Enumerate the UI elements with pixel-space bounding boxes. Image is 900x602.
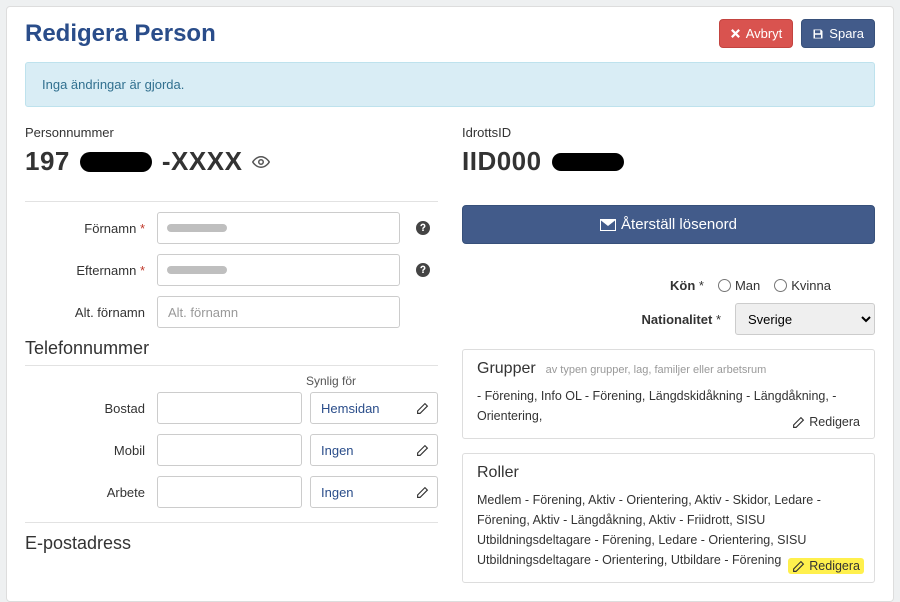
groups-subtitle: av typen grupper, lag, familjer eller ar… <box>546 364 767 376</box>
cancel-button[interactable]: Avbryt <box>719 19 794 48</box>
phone-work-visibility[interactable]: Ingen <box>310 476 438 508</box>
save-button-label: Spara <box>829 26 864 41</box>
phone-section-title: Telefonnummer <box>25 338 438 359</box>
altname-row: Alt. förnamn ? <box>25 296 438 328</box>
gender-male-label: Man <box>735 278 760 293</box>
gender-male[interactable]: Man <box>718 278 760 293</box>
gender-female[interactable]: Kvinna <box>774 278 831 293</box>
phone-row-home: Bostad Hemsidan <box>25 392 438 424</box>
divider <box>25 201 438 202</box>
phone-label: Arbete <box>25 485 157 500</box>
close-icon <box>730 28 741 39</box>
pencil-icon <box>792 560 805 573</box>
groups-edit-link[interactable]: Redigera <box>788 414 864 430</box>
visible-for-header: Synlig för <box>302 374 438 388</box>
visibility-value: Hemsidan <box>321 401 380 416</box>
phone-mobile-visibility[interactable]: Ingen <box>310 434 438 466</box>
pencil-icon <box>792 416 805 429</box>
nationality-label: Nationalitet <box>642 312 713 327</box>
divider <box>25 522 438 523</box>
personnummer-value: 197 -XXXX <box>25 146 438 177</box>
personnummer-label: Personnummer <box>25 125 438 140</box>
iid-label: IdrottsID <box>462 125 875 140</box>
nationality-row: Nationalitet * Sverige <box>462 303 875 335</box>
altname-label: Alt. förnamn <box>75 305 145 320</box>
required-mark: * <box>140 263 145 278</box>
mail-icon <box>600 219 616 231</box>
roles-edit-label: Redigera <box>809 559 860 573</box>
gender-female-label: Kvinna <box>791 278 831 293</box>
gender-male-radio[interactable] <box>718 279 731 292</box>
firstname-row: Förnamn * <box>25 212 438 244</box>
required-mark: * <box>716 312 721 327</box>
required-mark: * <box>699 278 704 293</box>
panel: Redigera Person Avbryt Spara Inga ändrin… <box>6 6 894 602</box>
phone-label: Bostad <box>25 401 157 416</box>
columns: Personnummer 197 -XXXX Förnamn * Efternam… <box>25 125 875 583</box>
left-column: Personnummer 197 -XXXX Förnamn * Efternam… <box>25 125 438 583</box>
save-button[interactable]: Spara <box>801 19 875 48</box>
nationality-select[interactable]: Sverige <box>735 303 875 335</box>
reset-password-label: Återställ lösenord <box>621 216 737 233</box>
phone-mobile-input[interactable] <box>157 434 302 466</box>
redacted <box>552 153 624 171</box>
email-section-title: E-postadress <box>25 533 438 554</box>
divider <box>25 365 438 366</box>
altname-input[interactable] <box>157 296 400 328</box>
lastname-label: Efternamn <box>76 263 136 278</box>
phone-home-visibility[interactable]: Hemsidan <box>310 392 438 424</box>
page-title: Redigera Person <box>25 20 216 48</box>
roles-card: Roller Medlem - Förening, Aktiv - Orient… <box>462 453 875 583</box>
right-column: IdrottsID IID000 Återställ lösenord Kön … <box>462 125 875 583</box>
personnummer-prefix: 197 <box>25 146 70 177</box>
gender-row: Kön * Man Kvinna <box>462 278 875 293</box>
pencil-icon <box>416 444 429 457</box>
help-icon[interactable] <box>408 254 438 286</box>
iid-prefix: IID000 <box>462 146 542 177</box>
eye-icon[interactable] <box>252 153 270 171</box>
lastname-row: Efternamn * <box>25 254 438 286</box>
visibility-value: Ingen <box>321 485 354 500</box>
groups-edit-label: Redigera <box>809 415 860 429</box>
phone-label: Mobil <box>25 443 157 458</box>
groups-card: Grupper av typen grupper, lag, familjer … <box>462 349 875 439</box>
firstname-label: Förnamn <box>84 221 136 236</box>
gender-label: Kön <box>670 278 695 293</box>
pencil-icon <box>416 402 429 415</box>
phone-home-input[interactable] <box>157 392 302 424</box>
header-actions: Avbryt Spara <box>719 19 875 48</box>
visibility-value: Ingen <box>321 443 354 458</box>
required-mark: * <box>140 221 145 236</box>
phone-row-work: Arbete Ingen <box>25 476 438 508</box>
save-icon <box>812 28 824 40</box>
redacted <box>80 152 152 172</box>
redacted-value <box>167 224 227 232</box>
reset-password-button[interactable]: Återställ lösenord <box>462 205 875 244</box>
cancel-button-label: Avbryt <box>746 26 783 41</box>
help-icon[interactable] <box>408 212 438 244</box>
header: Redigera Person Avbryt Spara <box>25 19 875 48</box>
pencil-icon <box>416 486 429 499</box>
roles-edit-link[interactable]: Redigera <box>788 558 864 574</box>
personnummer-suffix: -XXXX <box>162 146 243 177</box>
phone-work-input[interactable] <box>157 476 302 508</box>
iid-value: IID000 <box>462 146 875 177</box>
phone-header: Synlig för <box>25 374 438 388</box>
info-banner: Inga ändringar är gjorda. <box>25 62 875 107</box>
redacted-value <box>167 266 227 274</box>
groups-title: Grupper <box>477 360 536 377</box>
phone-row-mobile: Mobil Ingen <box>25 434 438 466</box>
roles-title: Roller <box>477 464 519 481</box>
gender-female-radio[interactable] <box>774 279 787 292</box>
